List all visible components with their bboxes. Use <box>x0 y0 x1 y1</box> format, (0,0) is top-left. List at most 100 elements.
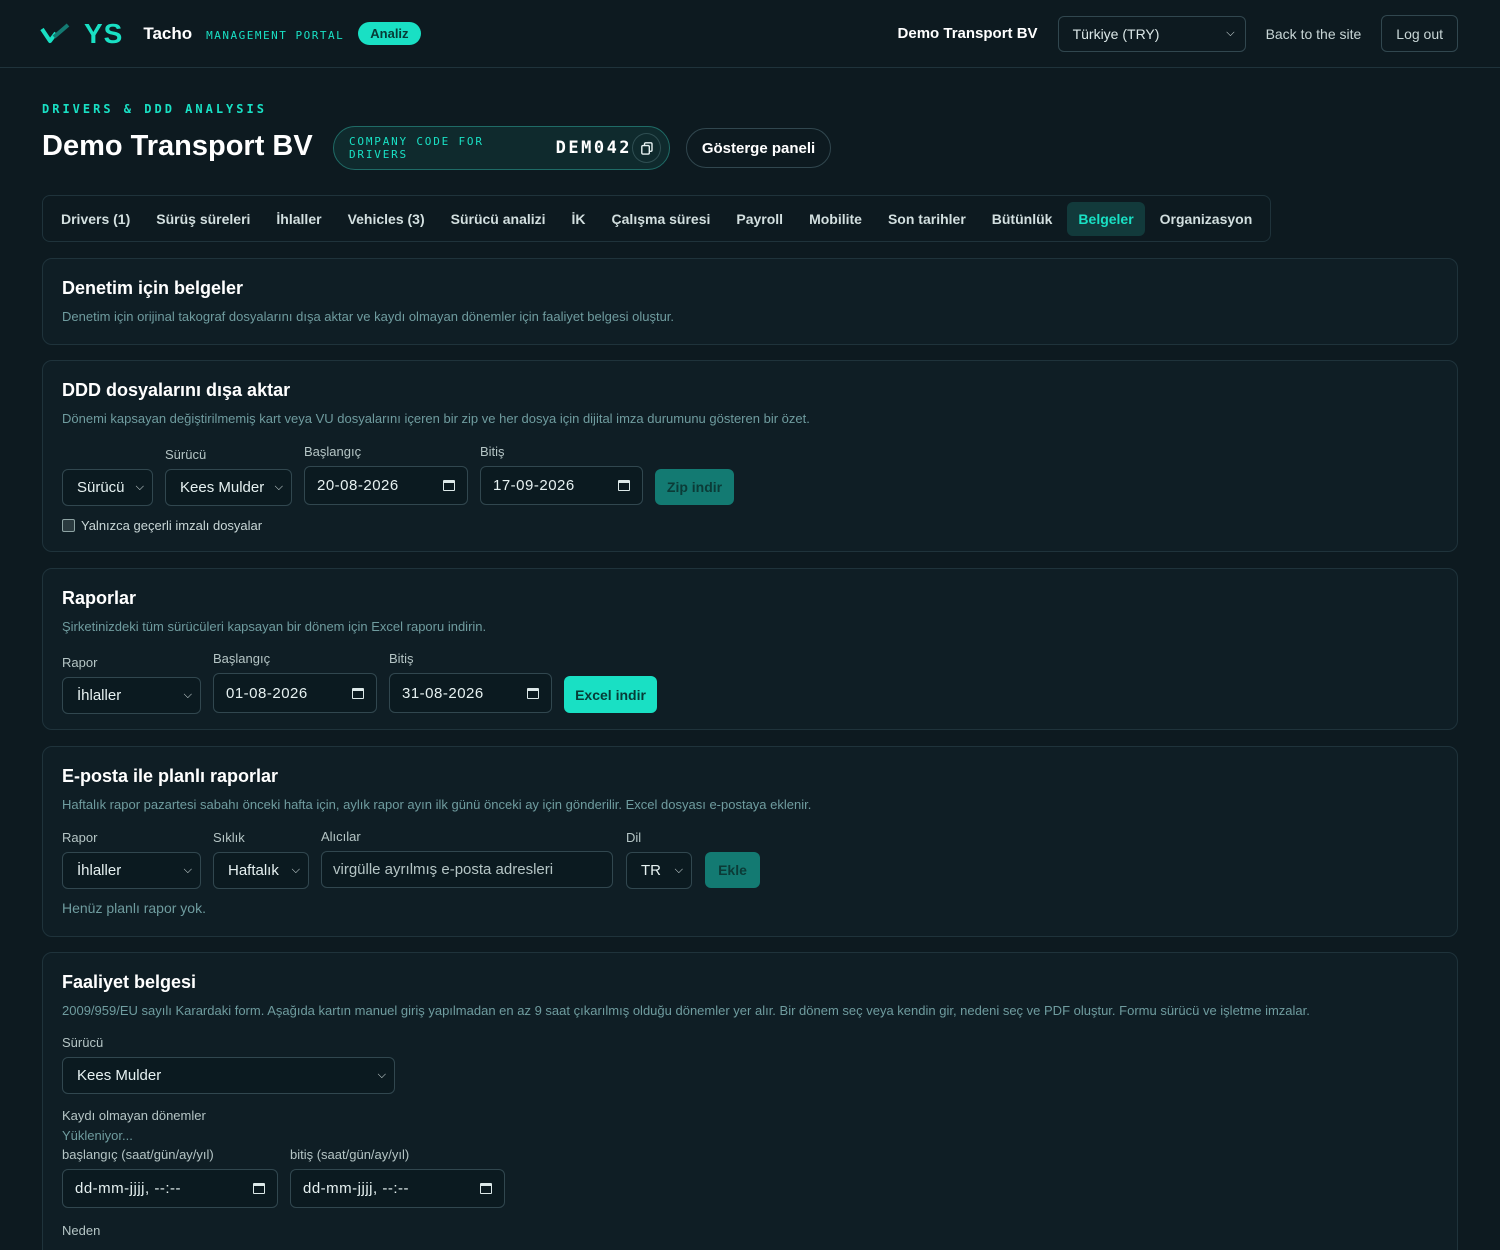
chevron-down-icon: ⌵ <box>135 481 144 493</box>
top-bar: YS Tacho MANAGEMENT PORTAL Analiz Demo T… <box>0 0 1500 68</box>
scheduled-report-select[interactable]: İhlaller ⌵ <box>62 852 201 889</box>
start-date-input[interactable]: 20-08-2026 <box>304 466 468 505</box>
tab-vehicles[interactable]: Vehicles (3) <box>337 202 436 236</box>
activity-driver-select[interactable]: Kees Mulder ⌵ <box>62 1057 395 1094</box>
tab-driver-analysis[interactable]: Sürücü analizi <box>440 202 557 236</box>
company-code-box: COMPANY CODE FOR DRIVERS DEM042 <box>333 126 670 170</box>
recipients-input[interactable]: virgülle ayrılmış e-posta adresleri <box>321 851 613 888</box>
logo[interactable]: YS Tacho MANAGEMENT PORTAL <box>40 18 344 50</box>
report-end-label: Bitiş <box>389 651 414 666</box>
activity-driver-label: Sürücü <box>62 1035 104 1050</box>
activity-driver-value: Kees Mulder <box>77 1067 162 1084</box>
reports-title: Raporlar <box>62 588 137 608</box>
language-label: Dil <box>626 830 642 845</box>
tab-violations[interactable]: İhlaller <box>265 202 332 236</box>
loading-text: Yükleniyor... <box>62 1128 133 1143</box>
ddd-export-title: DDD dosyalarını dışa aktar <box>62 380 291 400</box>
tab-payroll[interactable]: Payroll <box>725 202 794 236</box>
audit-description: Denetim için orijinal takograf dosyaları… <box>62 309 675 324</box>
chevron-down-icon: ⌵ <box>1226 27 1235 39</box>
calendar-icon[interactable] <box>618 480 630 491</box>
chevron-down-icon: ⌵ <box>377 1069 386 1081</box>
company-code-value: DEM042 <box>555 138 633 158</box>
valid-signature-checkbox[interactable] <box>62 519 75 532</box>
period-start-placeholder: dd-mm-jjjj, --:-- <box>75 1180 181 1197</box>
tab-mobility[interactable]: Mobilite <box>798 202 873 236</box>
calendar-icon[interactable] <box>443 480 455 491</box>
driver-value: Kees Mulder <box>180 479 265 496</box>
reason-label: Neden <box>62 1223 101 1238</box>
period-end-input[interactable]: dd-mm-jjjj, --:-- <box>290 1169 505 1208</box>
period-start-input[interactable]: dd-mm-jjjj, --:-- <box>62 1169 278 1208</box>
scheduled-report-label: Rapor <box>62 830 98 845</box>
chevron-down-icon: ⌵ <box>274 481 283 493</box>
audit-card: Denetim için belgeler Denetim için oriji… <box>42 258 1458 345</box>
report-start-input[interactable]: 01-08-2026 <box>213 673 377 713</box>
zip-download-button[interactable]: Zip indir <box>655 469 734 505</box>
page-kicker: DRIVERS & DDD ANALYSIS <box>42 102 267 116</box>
page-title: Demo Transport BV <box>42 130 313 162</box>
scheduled-reports-card: E-posta ile planlı raporlar Haftalık rap… <box>42 746 1458 937</box>
frequency-label: Sıklık <box>213 830 245 845</box>
audit-title: Denetim için belgeler <box>62 278 244 298</box>
period-end-label: bitiş (saat/gün/ay/yıl) <box>290 1147 410 1162</box>
report-start-value: 01-08-2026 <box>226 684 308 702</box>
add-schedule-button[interactable]: Ekle <box>705 852 760 888</box>
tab-driving-times[interactable]: Sürüş süreleri <box>145 202 261 236</box>
tab-documents[interactable]: Belgeler <box>1067 201 1145 236</box>
driver-select[interactable]: Kees Mulder ⌵ <box>165 469 292 506</box>
excel-download-button[interactable]: Excel indir <box>564 676 657 713</box>
frequency-value: Haftalık <box>228 862 279 879</box>
calendar-icon[interactable] <box>527 687 539 699</box>
recipients-placeholder: virgülle ayrılmış e-posta adresleri <box>333 861 554 878</box>
currency-value: Türkiye (TRY) <box>1072 25 1160 42</box>
language-value: TR <box>641 862 661 879</box>
tab-integrity[interactable]: Bütünlük <box>981 202 1064 236</box>
back-to-site-link[interactable]: Back to the site <box>1266 26 1362 42</box>
start-date-value: 20-08-2026 <box>317 477 399 494</box>
ddd-export-description: Dönemi kapsayan değiştirilmemiş kart vey… <box>62 411 810 426</box>
ddd-export-card: DDD dosyalarını dışa aktar Dönemi kapsay… <box>42 360 1458 552</box>
scheduled-title: E-posta ile planlı raporlar <box>62 766 279 786</box>
chevron-down-icon: ⌵ <box>291 864 300 876</box>
tab-deadlines[interactable]: Son tarihler <box>877 202 977 236</box>
recipients-label: Alıcılar <box>321 829 361 844</box>
chevron-down-icon: ⌵ <box>183 864 192 876</box>
valid-signature-label: Yalnızca geçerli imzalı dosyalar <box>81 518 263 533</box>
end-date-label: Bitiş <box>480 444 505 459</box>
reports-description: Şirketinizdeki tüm sürücüleri kapsayan b… <box>62 619 487 634</box>
logout-button[interactable]: Log out <box>1381 15 1458 52</box>
frequency-select[interactable]: Haftalık ⌵ <box>213 852 309 889</box>
calendar-icon[interactable] <box>352 687 364 699</box>
copy-icon[interactable] <box>632 133 661 163</box>
period-start-label: başlangıç (saat/gün/ay/yıl) <box>62 1147 214 1162</box>
tab-drivers[interactable]: Drivers (1) <box>50 202 141 236</box>
valid-signature-checkbox-row: Yalnızca geçerli imzalı dosyalar <box>62 518 262 533</box>
end-date-value: 17-09-2026 <box>493 477 575 494</box>
chevron-down-icon: ⌵ <box>183 689 192 701</box>
company-code-label: COMPANY CODE FOR DRIVERS <box>349 135 484 161</box>
currency-select[interactable]: Türkiye (TRY) ⌵ <box>1057 15 1246 52</box>
no-scheduled-reports: Henüz planlı rapor yok. <box>62 900 206 916</box>
report-select[interactable]: İhlaller ⌵ <box>62 677 201 714</box>
tab-organization[interactable]: Organizasyon <box>1149 202 1264 236</box>
tab-bar: Drivers (1) Sürüş süreleri İhlaller Vehi… <box>42 195 1272 242</box>
calendar-icon[interactable] <box>480 1183 492 1194</box>
dashboard-button[interactable]: Gösterge paneli <box>686 128 831 168</box>
export-type-value: Sürücü <box>77 479 125 496</box>
activity-title: Faaliyet belgesi <box>62 972 197 992</box>
start-date-label: Başlangıç <box>304 444 362 459</box>
calendar-icon[interactable] <box>253 1183 265 1194</box>
logo-tacho: Tacho <box>143 23 193 43</box>
driver-label: Sürücü <box>165 447 207 462</box>
export-type-select[interactable]: Sürücü ⌵ <box>62 469 153 506</box>
end-date-input[interactable]: 17-09-2026 <box>480 466 643 505</box>
tab-hr[interactable]: İK <box>561 202 597 236</box>
period-end-placeholder: dd-mm-jjjj, --:-- <box>303 1180 409 1197</box>
report-end-input[interactable]: 31-08-2026 <box>389 673 552 713</box>
chevron-down-icon: ⌵ <box>674 864 683 876</box>
unrecorded-periods-label: Kaydı olmayan dönemler <box>62 1108 206 1123</box>
analiz-badge: Analiz <box>358 22 421 45</box>
language-select[interactable]: TR ⌵ <box>626 852 692 889</box>
tab-working-time[interactable]: Çalışma süresi <box>601 202 722 236</box>
